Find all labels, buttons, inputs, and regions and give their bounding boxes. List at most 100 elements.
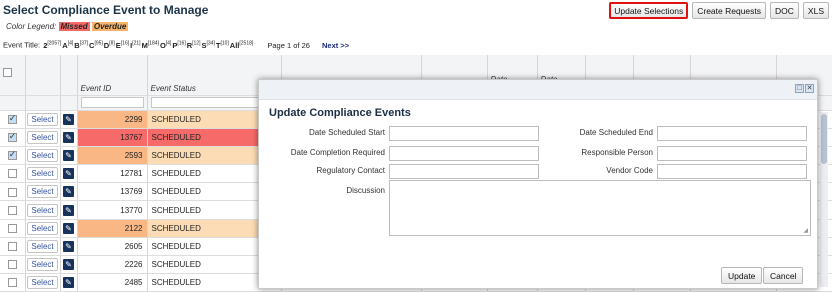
alpha-count: [4]: [165, 40, 172, 46]
grid-scrollbar[interactable]: [820, 112, 828, 287]
edit-icon[interactable]: ✎: [63, 222, 74, 234]
alpha-count: [184]: [147, 40, 159, 46]
date-scheduled-start-label: Date Scheduled Start: [308, 128, 385, 137]
header-select-all[interactable]: [0, 55, 26, 96]
event-id-cell: 13769: [77, 182, 148, 202]
row-checkbox[interactable]: [7, 149, 17, 161]
alpha-count: [37]: [79, 40, 89, 46]
header-event-id[interactable]: Event ID: [77, 55, 148, 96]
alpha-count: [21]: [132, 40, 141, 46]
event-id-cell: 2299: [77, 110, 148, 129]
event-id-cell: 2593: [77, 146, 148, 166]
page-indicator: Page 1 of 26: [267, 40, 310, 50]
update-button[interactable]: Update: [721, 267, 763, 284]
row-select-button[interactable]: Select: [27, 167, 58, 181]
select-all-checkbox[interactable]: [3, 68, 12, 78]
date-scheduled-start-input[interactable]: [389, 126, 539, 141]
event-id-filter-input[interactable]: [80, 96, 144, 108]
row-select-button[interactable]: Select: [27, 203, 58, 217]
edit-icon[interactable]: ✎: [63, 113, 74, 125]
alpha-count: [16]: [177, 40, 186, 46]
row-checkbox[interactable]: [7, 169, 17, 179]
alpha-count: [10]: [220, 40, 229, 46]
alpha-letters: 2[2057]A[4]B[37]C[95]D[8]E[16]I[21]M[184…: [42, 40, 254, 50]
event-id-cell: 2122: [77, 219, 148, 238]
row-select-button[interactable]: Select: [27, 185, 58, 199]
row-checkbox[interactable]: [7, 131, 17, 142]
resize-grip-icon[interactable]: ◢: [803, 227, 808, 234]
row-checkbox[interactable]: [7, 205, 17, 215]
row-select-button[interactable]: Select: [27, 148, 58, 162]
toolbar: Update Selections Create Requests DOC XL…: [609, 2, 829, 19]
page: Select Compliance Event to Manage Update…: [0, 0, 832, 292]
edit-icon[interactable]: ✎: [63, 131, 74, 143]
row-checkbox[interactable]: [7, 113, 17, 124]
alpha-count: [2518]: [239, 40, 254, 46]
cancel-button[interactable]: Cancel: [763, 267, 804, 284]
create-requests-button[interactable]: Create Requests: [692, 2, 767, 19]
alpha-count: [12]: [192, 40, 201, 46]
responsible-person-label: Responsible Person: [581, 148, 653, 157]
vendor-code-input[interactable]: [657, 164, 807, 179]
next-page-link[interactable]: Next >>: [322, 41, 349, 50]
edit-icon[interactable]: ✎: [63, 204, 74, 216]
row-checkbox[interactable]: [7, 242, 17, 252]
date-completion-required-input[interactable]: [389, 146, 539, 161]
edit-icon[interactable]: ✎: [63, 277, 74, 289]
page-title: Select Compliance Event to Manage: [3, 3, 209, 17]
dialog-title: Update Compliance Events: [269, 107, 411, 119]
dialog-titlebar[interactable]: □ ✕: [259, 80, 817, 100]
edit-icon[interactable]: ✎: [63, 240, 74, 252]
row-select-button[interactable]: Select: [27, 130, 58, 144]
row-select-button[interactable]: Select: [27, 258, 58, 272]
dialog-controls: □ ✕: [795, 84, 814, 93]
alpha-prefix: Event Title:: [3, 40, 41, 50]
edit-icon[interactable]: ✎: [63, 259, 74, 271]
date-scheduled-end-label: Date Scheduled End: [579, 128, 653, 137]
edit-icon[interactable]: ✎: [63, 168, 74, 180]
row-checkbox[interactable]: [7, 278, 17, 288]
row-select-button[interactable]: Select: [27, 221, 58, 235]
update-selections-button[interactable]: Update Selections: [609, 2, 689, 19]
edit-icon[interactable]: ✎: [63, 186, 74, 198]
row-checkbox[interactable]: [7, 260, 17, 270]
alpha-filter-all[interactable]: All: [230, 41, 240, 50]
event-id-cell: 2485: [77, 273, 148, 292]
event-id-cell: 2605: [77, 237, 148, 257]
date-scheduled-end-input[interactable]: [657, 126, 807, 141]
discussion-textarea[interactable]: ◢: [389, 180, 811, 236]
scrollbar-thumb[interactable]: [821, 114, 827, 164]
alpha-count: [95]: [94, 40, 103, 46]
alpha-count: [34]: [206, 40, 215, 46]
row-select-button[interactable]: Select: [27, 239, 58, 253]
date-completion-required-label: Date Completion Required: [290, 148, 385, 157]
row-checkbox[interactable]: [7, 223, 17, 233]
regulatory-contact-input[interactable]: [389, 164, 539, 179]
row-select-button[interactable]: Select: [27, 112, 58, 126]
event-id-cell: 13767: [77, 128, 148, 147]
row-select-button[interactable]: Select: [27, 276, 58, 290]
maximize-icon[interactable]: □: [795, 84, 804, 93]
legend-missed-badge: Missed: [58, 22, 90, 31]
title-bar: Select Compliance Event to Manage Update…: [0, 0, 832, 20]
row-checkbox[interactable]: [7, 187, 17, 197]
update-dialog: □ ✕ Update Compliance Events Date Schedu…: [258, 79, 818, 289]
xls-export-button[interactable]: XLS: [802, 2, 829, 19]
color-legend: Color Legend: Missed Overdue: [6, 22, 129, 31]
event-id-cell: 2226: [77, 255, 148, 275]
vendor-code-label: Vendor Code: [606, 166, 653, 175]
event-id-cell: 13770: [77, 200, 148, 220]
alpha-count: [8]: [109, 40, 115, 46]
event-id-cell: 12781: [77, 164, 148, 184]
doc-export-button[interactable]: DOC: [770, 2, 799, 19]
discussion-label: Discussion: [346, 186, 385, 195]
legend-overdue-badge: Overdue: [91, 22, 129, 31]
close-icon[interactable]: ✕: [805, 84, 814, 93]
legend-label: Color Legend:: [6, 22, 57, 31]
alphabet-filter-bar: Event Title: 2[2057]A[4]B[37]C[95]D[8]E[…: [3, 40, 349, 50]
regulatory-contact-label: Regulatory Contact: [316, 166, 385, 175]
responsible-person-input[interactable]: [657, 146, 807, 161]
alpha-count: [2057]: [47, 40, 62, 46]
alpha-count: [16]: [120, 40, 130, 46]
edit-icon[interactable]: ✎: [63, 149, 74, 161]
